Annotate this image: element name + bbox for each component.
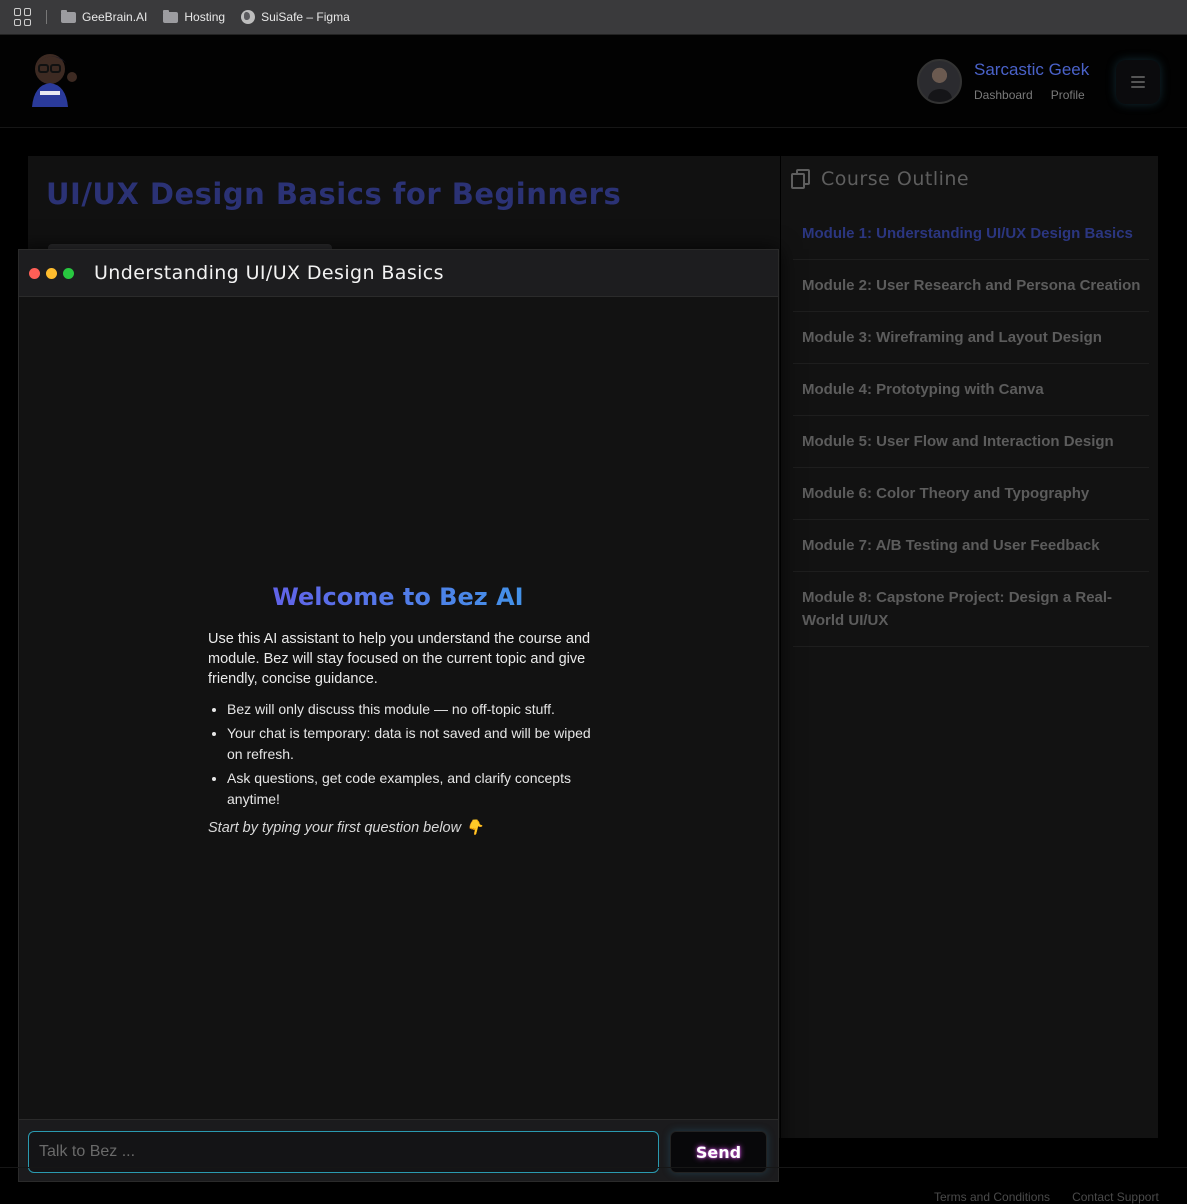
profile-link[interactable]: Profile bbox=[1051, 88, 1085, 102]
outline-title: Course Outline bbox=[821, 168, 970, 190]
bookmark-geebrain[interactable]: GeeBrain.AI bbox=[61, 9, 148, 24]
module-item-7[interactable]: Module 7: A/B Testing and User Feedback bbox=[793, 520, 1149, 572]
footer-links: Terms and Conditions Contact Support bbox=[934, 1190, 1159, 1204]
globe-icon bbox=[241, 10, 256, 24]
menu-bar-icon bbox=[1131, 86, 1145, 88]
menu-bar-icon bbox=[1131, 81, 1145, 83]
course-outline-sidebar: Course Outline Module 1: Understanding U… bbox=[781, 156, 1158, 1138]
chat-input-bar: Send bbox=[19, 1119, 778, 1181]
module-item-6[interactable]: Module 6: Color Theory and Typography bbox=[793, 468, 1149, 520]
course-title: UI/UX Design Basics for Beginners bbox=[46, 177, 622, 211]
module-item-3[interactable]: Module 3: Wireframing and Layout Design bbox=[793, 312, 1149, 364]
username-label[interactable]: Sarcastic Geek bbox=[974, 60, 1089, 80]
chat-title: Understanding UI/UX Design Basics bbox=[94, 262, 444, 284]
user-avatar[interactable] bbox=[917, 59, 962, 104]
list-item: Ask questions, get code examples, and cl… bbox=[227, 768, 598, 810]
documents-icon bbox=[791, 169, 811, 189]
bookmark-label: SuiSafe – Figma bbox=[261, 10, 350, 24]
site-header: Sarcastic Geek Dashboard Profile bbox=[0, 35, 1187, 128]
dashboard-link[interactable]: Dashboard bbox=[974, 88, 1033, 102]
list-item: Your chat is temporary: data is not save… bbox=[227, 723, 598, 765]
contact-support-link[interactable]: Contact Support bbox=[1072, 1190, 1159, 1204]
menu-bar-icon bbox=[1131, 76, 1145, 78]
start-hint: Start by typing your first question belo… bbox=[208, 820, 484, 836]
chat-title-bar[interactable]: Understanding UI/UX Design Basics bbox=[19, 250, 778, 297]
terms-link[interactable]: Terms and Conditions bbox=[934, 1190, 1050, 1204]
bookmarks-divider bbox=[46, 10, 47, 24]
bookmark-hosting[interactable]: Hosting bbox=[163, 9, 226, 24]
welcome-rules-list: Bez will only discuss this module — no o… bbox=[208, 699, 598, 810]
user-nav: Dashboard Profile bbox=[974, 88, 1085, 102]
welcome-intro: Use this AI assistant to help you unders… bbox=[208, 631, 591, 687]
close-window-dot-icon[interactable] bbox=[29, 267, 40, 279]
geek-mascot-logo[interactable] bbox=[22, 47, 82, 107]
bookmark-label: GeeBrain.AI bbox=[82, 10, 148, 24]
bookmarks-bar: GeeBrain.AI Hosting SuiSafe – Figma bbox=[0, 0, 1187, 35]
module-item-2[interactable]: Module 2: User Research and Persona Crea… bbox=[793, 260, 1149, 312]
welcome-message: Welcome to Bez AI Use this AI assistant … bbox=[208, 583, 598, 836]
apps-grid-icon[interactable] bbox=[14, 8, 32, 26]
footer-divider bbox=[0, 1167, 1187, 1168]
outline-header: Course Outline bbox=[791, 168, 969, 190]
module-item-1[interactable]: Module 1: Understanding UI/UX Design Bas… bbox=[793, 208, 1149, 260]
bookmark-suisafe-figma[interactable]: SuiSafe – Figma bbox=[241, 10, 350, 24]
module-item-4[interactable]: Module 4: Prototyping with Canva bbox=[793, 364, 1149, 416]
list-item: Bez will only discuss this module — no o… bbox=[227, 699, 598, 720]
module-item-5[interactable]: Module 5: User Flow and Interaction Desi… bbox=[793, 416, 1149, 468]
bez-ai-chat-window: Understanding UI/UX Design Basics Welcom… bbox=[18, 249, 779, 1182]
module-list: Module 1: Understanding UI/UX Design Bas… bbox=[793, 208, 1149, 647]
folder-icon bbox=[163, 9, 179, 23]
minimize-window-dot-icon[interactable] bbox=[46, 267, 57, 279]
module-item-8[interactable]: Module 8: Capstone Project: Design a Rea… bbox=[793, 572, 1149, 647]
bookmark-label: Hosting bbox=[184, 10, 226, 24]
folder-icon bbox=[61, 9, 76, 23]
welcome-title: Welcome to Bez AI bbox=[198, 583, 598, 611]
maximize-window-dot-icon[interactable] bbox=[63, 267, 74, 279]
hamburger-menu-button[interactable] bbox=[1116, 60, 1160, 104]
